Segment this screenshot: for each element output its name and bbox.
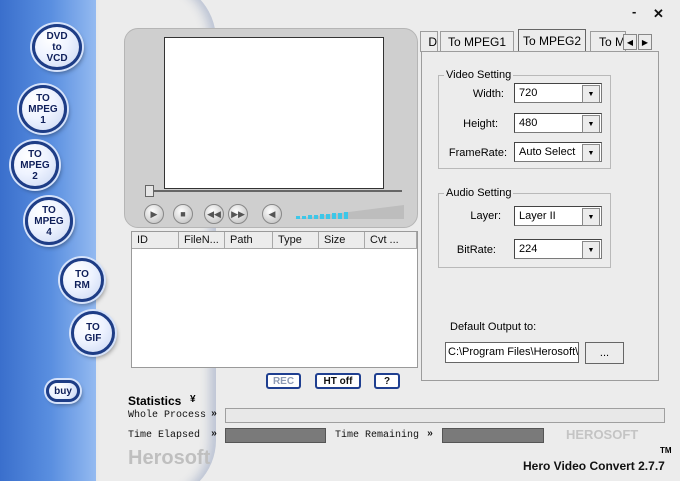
chevron-down-icon[interactable]: ▼ [582,241,600,259]
video-setting-title: Video Setting [444,69,514,81]
help-button[interactable]: ? [374,373,400,389]
ht-off-button[interactable]: HT off [315,373,361,389]
framerate-label: FrameRate: [448,147,507,159]
stop-icon[interactable]: ■ [173,204,193,224]
fast-forward-icon[interactable]: ▶▶ [228,204,248,224]
volume-level-bars [296,212,348,219]
trademark-mark: TM [660,446,672,455]
file-list[interactable]: ID FileN... Path Type Size Cvt ... [131,231,418,368]
column-header-convert[interactable]: Cvt ... [365,232,417,249]
to-mpeg2-button[interactable]: TO MPEG 2 [11,141,59,189]
column-header-filename[interactable]: FileN... [179,232,225,249]
height-select[interactable]: 480 ▼ [514,113,602,133]
tab-scroll-right-button[interactable]: ▶ [638,34,652,50]
height-label: Height: [463,118,498,130]
audio-setting-title: Audio Setting [444,187,514,199]
time-elapsed-arrow: » [211,429,218,440]
to-mpeg1-button[interactable]: TO MPEG 1 [19,85,67,133]
to-mpeg4-button[interactable]: TO MPEG 4 [25,197,73,245]
seek-bar[interactable] [146,190,402,192]
column-header-path[interactable]: Path [225,232,273,249]
chevron-down-icon[interactable]: ▼ [582,115,600,133]
bitrate-label: BitRate: [456,244,496,256]
time-elapsed-display [225,428,326,443]
to-rm-button[interactable]: TO RM [60,258,104,302]
chevron-down-icon[interactable]: ▼ [582,85,600,103]
time-elapsed-label: Time Elapsed [128,430,201,441]
rewind-icon[interactable]: ◀◀ [204,204,224,224]
herosoft-logo-right: HEROSOFT [566,427,639,442]
width-label: Width: [472,88,504,100]
volume-slider[interactable] [294,205,404,219]
chevron-down-icon[interactable]: ▼ [582,144,600,162]
minimize-button[interactable]: - [632,4,636,19]
app-window: DVD to VCD TO MPEG 1 TO MPEG 2 TO MPEG 4… [0,0,680,481]
column-header-size[interactable]: Size [319,232,365,249]
column-header-type[interactable]: Type [273,232,319,249]
output-path-field[interactable]: C:\Program Files\Herosoft\ [445,342,579,363]
time-remaining-display [442,428,544,443]
rec-button[interactable]: REC [266,373,301,389]
bitrate-select[interactable]: 224 ▼ [514,239,602,259]
product-name: Hero Video Convert 2.7.7 [523,459,665,473]
video-preview [164,37,384,189]
close-button[interactable]: ✕ [653,6,664,22]
statistics-title: Statistics [128,394,182,408]
dvd-to-vcd-button[interactable]: DVD to VCD [32,24,82,70]
whole-process-label: Whole Process [128,410,207,421]
chevron-down-icon[interactable]: ▼ [582,208,600,226]
statistics-toggle-icon[interactable]: ¥ [190,394,196,405]
seek-thumb[interactable] [145,185,154,197]
volume-icon[interactable]: ◀ [262,204,282,224]
tab-scroll-left-button[interactable]: ◀ [623,34,637,50]
time-remaining-arrow: » [427,429,434,440]
browse-button[interactable]: ... [585,342,624,364]
width-select[interactable]: 720 ▼ [514,83,602,103]
buy-button[interactable]: buy [46,380,80,402]
default-output-label: Default Output to: [450,321,537,333]
tab-to-mpeg4-partial[interactable]: To M [590,31,626,52]
play-icon[interactable]: ▶ [144,204,164,224]
framerate-select[interactable]: Auto Select ▼ [514,142,602,162]
to-gif-button[interactable]: TO GIF [71,311,115,355]
time-remaining-label: Time Remaining [335,430,420,441]
whole-process-arrow: » [211,409,218,420]
tab-to-mpeg2[interactable]: To MPEG2 [518,29,586,52]
column-header-id[interactable]: ID [132,232,179,249]
tab-partial-left[interactable]: D [420,31,438,52]
whole-process-progress [225,408,665,423]
layer-select[interactable]: Layer II ▼ [514,206,602,226]
herosoft-logo-left: Herosoft [128,447,211,469]
tab-to-mpeg1[interactable]: To MPEG1 [440,31,514,52]
layer-label: Layer: [470,210,501,222]
